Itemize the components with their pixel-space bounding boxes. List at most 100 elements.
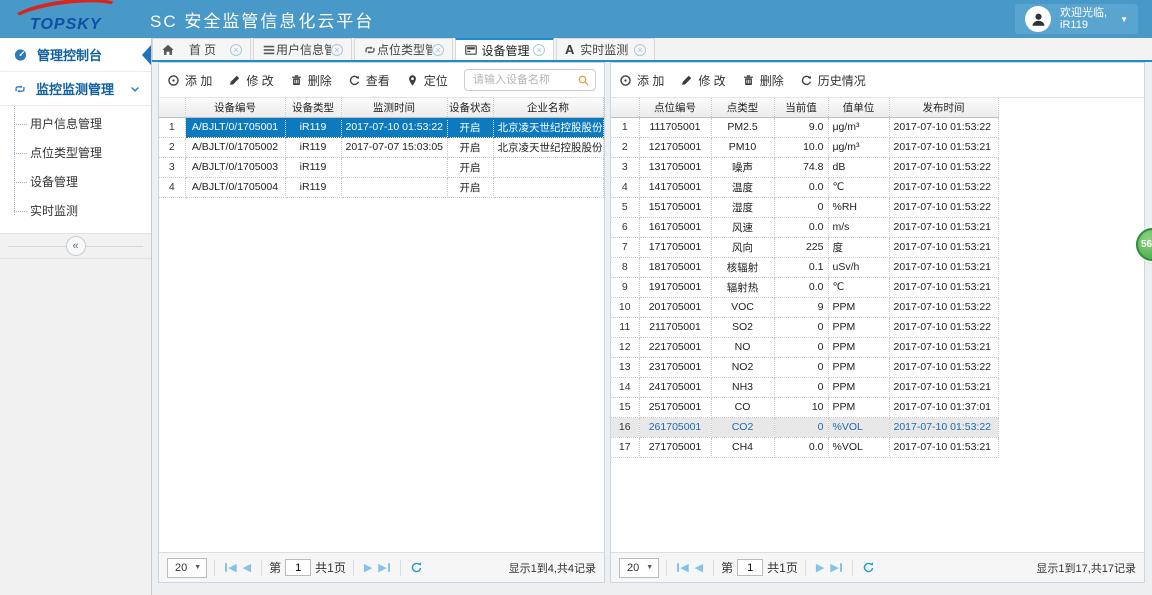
table-header-row: 设备编号 设备类型 监测时间 设备状态 企业名称 xyxy=(159,98,604,118)
tab-user-info[interactable]: 用户信息管理× xyxy=(253,38,352,60)
table-row[interactable]: 4 141705001 温度 0.0 ℃ 2017-07-10 01:53:22 xyxy=(611,177,999,198)
column-header[interactable]: 点类型 xyxy=(711,98,775,118)
page-size-select[interactable]: 20 ▼ xyxy=(167,557,208,578)
table-row[interactable]: 9 191705001 辐射热 0.0 ℃ 2017-07-10 01:53:21 xyxy=(611,277,999,298)
table-row[interactable]: 12 221705001 NO 0 PPM 2017-07-10 01:53:21 xyxy=(611,337,999,358)
cell: iR119 xyxy=(285,137,342,158)
delete-button[interactable]: 删除 xyxy=(742,72,784,89)
view-button[interactable]: 查看 xyxy=(348,72,390,89)
next-page-button[interactable]: ▶ xyxy=(816,561,824,574)
close-icon[interactable]: × xyxy=(331,43,343,56)
first-page-button[interactable]: ◀ xyxy=(677,561,689,574)
tab-point-type[interactable]: 点位类型管理× xyxy=(354,38,453,60)
sidebar-item-console[interactable]: 管理控制台 xyxy=(0,38,151,72)
cell: 0.0 xyxy=(774,217,829,238)
cell: 0.0 xyxy=(774,277,829,298)
table-row[interactable]: 13 231705001 NO2 0 PPM 2017-07-10 01:53:22 xyxy=(611,357,999,378)
refresh-icon[interactable] xyxy=(862,561,875,574)
table-row[interactable]: 4 A/BJLT/0/1705004 iR119 开启 xyxy=(159,177,604,198)
table-row[interactable]: 17 271705001 CH4 0.0 %VOL 2017-07-10 01:53:21 xyxy=(611,437,999,458)
table-row[interactable]: 16 261705001 CO2 0 %VOL 2017-07-10 01:53:22 xyxy=(611,417,999,438)
next-page-button[interactable]: ▶ xyxy=(364,561,372,574)
sidebar-item-user-info[interactable]: 用户信息管理 xyxy=(0,109,151,138)
column-header[interactable]: 值单位 xyxy=(828,98,890,118)
close-icon[interactable]: × xyxy=(230,43,242,56)
last-page-button[interactable]: ▶ xyxy=(378,561,390,574)
cell: A/BJLT/0/1705001 xyxy=(185,117,286,138)
table-row[interactable]: 10 201705001 VOC 9 PPM 2017-07-10 01:53:22 xyxy=(611,297,999,318)
column-header[interactable]: 企业名称 xyxy=(493,98,604,118)
sidebar-collapse[interactable]: « xyxy=(0,233,151,259)
user-menu[interactable]: 欢迎光临, iR119 ▼ xyxy=(1015,4,1138,34)
cell: 湿度 xyxy=(711,197,775,218)
history-button[interactable]: 历史情况 xyxy=(800,72,866,89)
delete-button[interactable]: 删除 xyxy=(290,72,332,89)
table-row[interactable]: 3 131705001 噪声 74.8 dB 2017-07-10 01:53:22 xyxy=(611,157,999,178)
cell: 2017-07-10 01:53:21 xyxy=(889,217,999,238)
page-number-input[interactable] xyxy=(737,559,764,576)
cell: 开启 xyxy=(447,117,494,138)
column-header[interactable]: 当前值 xyxy=(774,98,829,118)
add-button[interactable]: 添 加 xyxy=(619,72,664,89)
column-header[interactable]: 点位编号 xyxy=(639,98,712,118)
table-row[interactable]: 7 171705001 风向 225 度 2017-07-10 01:53:21 xyxy=(611,237,999,258)
search-icon[interactable] xyxy=(577,74,590,87)
row-index: 16 xyxy=(611,417,640,438)
add-button[interactable]: 添 加 xyxy=(167,72,212,89)
refresh-icon[interactable] xyxy=(410,561,423,574)
sidebar-item-device[interactable]: 设备管理 xyxy=(0,167,151,196)
last-page-button[interactable]: ▶ xyxy=(830,561,842,574)
column-header[interactable]: 设备状态 xyxy=(447,98,494,118)
column-header[interactable]: 设备类型 xyxy=(285,98,342,118)
cell: NO2 xyxy=(711,357,775,378)
table-row[interactable]: 15 251705001 CO 10 PPM 2017-07-10 01:37:01 xyxy=(611,397,999,418)
column-header[interactable]: 发布时间 xyxy=(889,98,999,118)
column-header[interactable]: 监测时间 xyxy=(341,98,448,118)
sidebar-item-point-type[interactable]: 点位类型管理 xyxy=(0,138,151,167)
first-page-button[interactable]: ◀ xyxy=(225,561,237,574)
cell: CO xyxy=(711,397,775,418)
cell: 121705001 xyxy=(639,137,712,158)
sidebar-item-realtime[interactable]: 实时监测 xyxy=(0,196,151,225)
close-icon[interactable]: × xyxy=(432,43,444,56)
page-size-select[interactable]: 20 ▼ xyxy=(619,557,660,578)
table-row[interactable]: 1 A/BJLT/0/1705001 iR119 2017-07-10 01:53:2… xyxy=(159,117,604,138)
letter-a-icon: A xyxy=(565,41,575,57)
table-row[interactable]: 11 211705001 SO2 0 PPM 2017-07-10 01:53:22 xyxy=(611,317,999,338)
table-row[interactable]: 6 161705001 风速 0.0 m/s 2017-07-10 01:53:21 xyxy=(611,217,999,238)
prev-page-button[interactable]: ◀ xyxy=(695,561,703,574)
point-panel: 添 加 修 改 删除 历史情况 点位编号 点类型 当前值 值单位 发布时间 1 … xyxy=(610,62,1145,583)
tab-label: 设备管理 xyxy=(481,43,530,58)
table-row[interactable]: 14 241705001 NH3 0 PPM 2017-07-10 01:53:21 xyxy=(611,377,999,398)
cell: %VOL xyxy=(828,417,890,438)
cell: 北京凌天世纪控股股份有限公司 xyxy=(493,137,604,158)
sidebar-item-label: 实时监测 xyxy=(30,204,79,218)
table-row[interactable]: 2 A/BJLT/0/1705002 iR119 2017-07-07 15:03:0… xyxy=(159,137,604,158)
prev-page-button[interactable]: ◀ xyxy=(243,561,251,574)
button-label: 历史情况 xyxy=(817,73,866,88)
table-row[interactable]: 2 121705001 PM10 10.0 μg/m³ 2017-07-10 01:53:… xyxy=(611,137,999,158)
table-row[interactable]: 8 181705001 核辐射 0.1 uSv/h 2017-07-10 01:53:21 xyxy=(611,257,999,278)
trash-icon xyxy=(742,74,755,87)
cell: 风向 xyxy=(711,237,775,258)
locate-button[interactable]: 定位 xyxy=(406,72,448,89)
cell: 0 xyxy=(774,197,829,218)
column-header[interactable]: 设备编号 xyxy=(185,98,286,118)
table-row[interactable]: 1 111705001 PM2.5 9.0 μg/m³ 2017-07-10 01:53:… xyxy=(611,117,999,138)
cell xyxy=(341,157,448,178)
tab-device[interactable]: 设备管理 × xyxy=(455,38,554,60)
tab-home[interactable]: 首 页 × xyxy=(152,38,251,60)
cell: 201705001 xyxy=(639,297,712,318)
page-number-input[interactable] xyxy=(285,559,312,576)
table-row[interactable]: 5 151705001 湿度 0 %RH 2017-07-10 01:53:22 xyxy=(611,197,999,218)
edit-button[interactable]: 修 改 xyxy=(228,72,274,89)
button-label: 删除 xyxy=(307,73,332,88)
cell: 0 xyxy=(774,377,829,398)
divider xyxy=(261,559,263,576)
close-icon[interactable]: × xyxy=(634,43,646,56)
close-icon[interactable]: × xyxy=(532,44,545,56)
sidebar-group-monitoring[interactable]: 监控监测管理 xyxy=(0,72,151,106)
edit-button[interactable]: 修 改 xyxy=(680,72,726,89)
table-row[interactable]: 3 A/BJLT/0/1705003 iR119 开启 xyxy=(159,157,604,178)
tab-realtime[interactable]: A 实时监测 × xyxy=(556,38,655,60)
